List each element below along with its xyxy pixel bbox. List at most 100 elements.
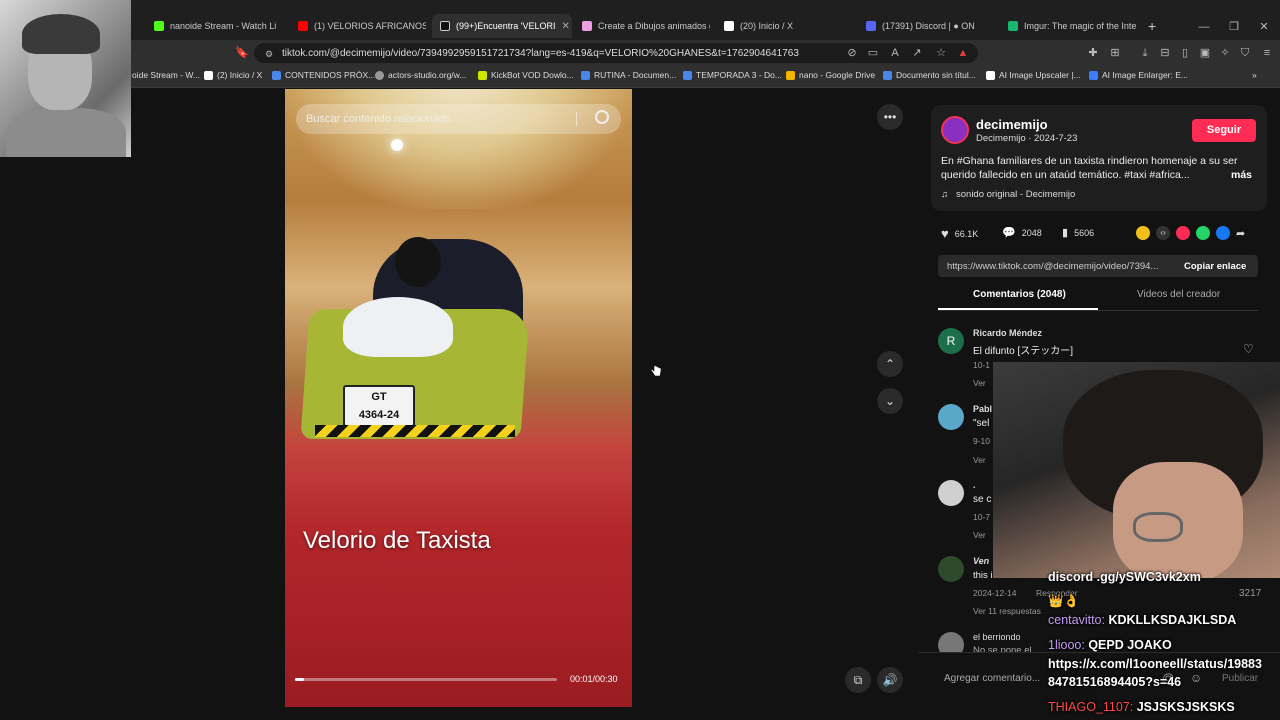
search-icon[interactable] [595,110,609,124]
webcam-glasses [1133,512,1183,542]
facebook-icon[interactable] [1216,226,1230,240]
commenter-avatar[interactable] [938,556,964,582]
menu-icon[interactable]: ≡ [1260,46,1274,60]
comment-count-button[interactable]: 💬 2048 [1002,226,1042,239]
save-button[interactable]: ▮ 5606 [1062,226,1094,239]
cast-icon[interactable]: ▭ [866,46,880,60]
bookmark-upscaler[interactable]: AI Image Upscaler |... [986,70,1081,80]
browser-tab-x[interactable]: (20) Inicio / X [716,14,852,38]
tab-search-icon[interactable]: ⊞ [1108,46,1122,60]
comment-input[interactable]: Agregar comentario... [944,673,1040,684]
url-text: tiktok.com/@decimemijo/video/73949929591… [282,47,799,59]
creator-subline: Decimemijo · 2024-7-23 [976,133,1078,144]
sound-link[interactable]: sonido original - Decimemijo [956,189,1075,200]
download-icon[interactable]: ⤓ [1138,46,1152,60]
docs-icon [272,70,281,80]
commenter-name[interactable]: el berriondo [973,632,1021,642]
translate-icon[interactable]: A [888,46,902,60]
close-tab-icon[interactable]: ✕ [562,21,570,32]
bookmark-contenidos[interactable]: CONTENIDOS PRÓX... [272,70,375,80]
coin-icon[interactable] [1136,226,1150,240]
view-replies-link[interactable]: Ver [973,378,986,388]
leo-icon[interactable]: ✧ [1218,46,1232,60]
view-replies-link[interactable]: Ver [973,530,986,540]
new-tab-button[interactable]: + [1140,14,1164,38]
emoji-icon[interactable]: ☺ [1190,671,1202,685]
browser-tab-create[interactable]: Create a Dibujos animados ge [574,14,710,38]
ai-icon [986,70,995,80]
extensions-icon[interactable]: ✚ [1086,46,1100,60]
commenter-name[interactable]: . [973,480,976,490]
send-icon[interactable] [1176,226,1190,240]
whatsapp-icon[interactable] [1196,226,1210,240]
tab-underline [938,308,1098,310]
bookmark-x[interactable]: (2) Inicio / X [204,70,262,80]
follow-button[interactable]: Seguir [1192,119,1256,142]
next-video-button[interactable]: ⌄ [877,388,903,414]
bookmark-drive[interactable]: nano - Google Drive [786,70,875,80]
commenter-name[interactable]: Ven [973,556,989,566]
site-settings-icon[interactable]: ⚙ [262,47,276,61]
no-tracking-icon[interactable]: ⊘ [845,46,859,60]
history-icon[interactable]: ⊟ [1158,46,1172,60]
browser-tab-imgur[interactable]: Imgur: The magic of the Intern [1000,14,1136,38]
bookmark-kickbot[interactable]: KickBot VOD Dowlo... [478,70,574,80]
x-icon [724,21,734,31]
view-replies-link[interactable]: Ver 11 respuestas [973,606,1041,616]
shield-icon[interactable]: ⛉ [1238,46,1252,60]
maximize-icon[interactable]: ❐ [1227,20,1241,34]
sidebar-icon[interactable]: ▯ [1178,46,1192,60]
browser-tab-kick[interactable]: nanoide Stream - Watch Li [146,14,276,38]
bookmark-icon[interactable]: 🔖 [235,46,249,60]
commenter-avatar[interactable] [938,480,964,506]
share-icon[interactable]: ↗ [910,46,924,60]
embed-icon[interactable]: ‹› [1156,226,1170,240]
post-description-line-2: querido fallecido en un ataúd temático. … [941,169,1190,181]
star-icon[interactable]: ☆ [934,46,948,60]
browser-tab-tiktok[interactable]: (99+)Encuentra 'VELORI ✕ [432,14,572,38]
tab-creator-videos[interactable]: Videos del creador [1137,289,1220,300]
like-button[interactable]: ♥ 66.1K [941,226,978,241]
browser-tab-youtube[interactable]: (1) VELORIOS AFRICANOS - Yo [290,14,426,38]
previous-video-button[interactable]: ⌃ [877,351,903,377]
video-link[interactable]: https://www.tiktok.com/@decimemijo/video… [947,261,1158,272]
bookmark-temporada[interactable]: TEMPORADA 3 - Do... [683,70,782,80]
bookmark-rutina[interactable]: RUTINA - Documen... [581,70,676,80]
pip-icon[interactable]: ⧉ [845,667,871,693]
video-player[interactable]: GT 4364-24 Buscar contenido relacionado … [285,89,632,707]
commenter-avatar[interactable] [938,404,964,430]
wallet-icon[interactable]: ▣ [1198,46,1212,60]
comment-like-icon[interactable]: ♡ [1243,342,1254,356]
publish-button[interactable]: Publicar [1222,673,1258,684]
bookmark-actors[interactable]: actors-studio.org/w... [375,70,466,80]
video-time: 00:01/00:30 [570,674,618,684]
chat-message: 1liooo: QEPD JOAKO [1048,638,1172,652]
more-bookmarks-icon[interactable]: » [1252,70,1257,80]
creator-username[interactable]: decimemijo [976,117,1048,132]
x-icon [204,70,213,80]
volume-icon[interactable]: 🔊 [877,667,903,693]
commenter-avatar[interactable]: R [938,328,964,354]
commenter-name[interactable]: Ricardo Méndez [973,328,1042,338]
see-more-link[interactable]: más [1231,169,1252,181]
tab-comments[interactable]: Comentarios (2048) [973,289,1066,300]
commenter-name[interactable]: Pabl [973,404,992,414]
tiktok-icon [440,21,450,31]
view-replies-link[interactable]: Ver [973,455,986,465]
copy-link-button[interactable]: Copiar enlace [1184,261,1246,272]
related-search-input[interactable]: Buscar contenido relacionado [296,104,621,134]
close-window-icon[interactable]: ✕ [1257,20,1271,34]
music-icon: ♫ [941,189,949,200]
bookmark-kick[interactable]: oide Stream - W... [132,70,200,80]
share-arrow-icon[interactable]: ➦ [1236,227,1245,240]
progress-track[interactable] [295,678,557,681]
more-options-icon[interactable]: ••• [877,104,903,130]
chat-message: THIAGO_1107: JSJSKSJSKSKS [1048,700,1235,714]
chat-message: https://x.com/l1ooneell/status/19883 [1048,657,1262,671]
browser-tab-discord[interactable]: (17391) Discord | ● ON [858,14,994,38]
creator-avatar[interactable] [941,116,969,144]
bookmark-enlarger[interactable]: AI Image Enlarger: E... [1089,70,1188,80]
minimize-icon[interactable]: — [1197,20,1211,34]
bookmark-documento[interactable]: Documento sin títul... [883,70,976,80]
brave-icon[interactable]: ▲ [956,46,970,60]
